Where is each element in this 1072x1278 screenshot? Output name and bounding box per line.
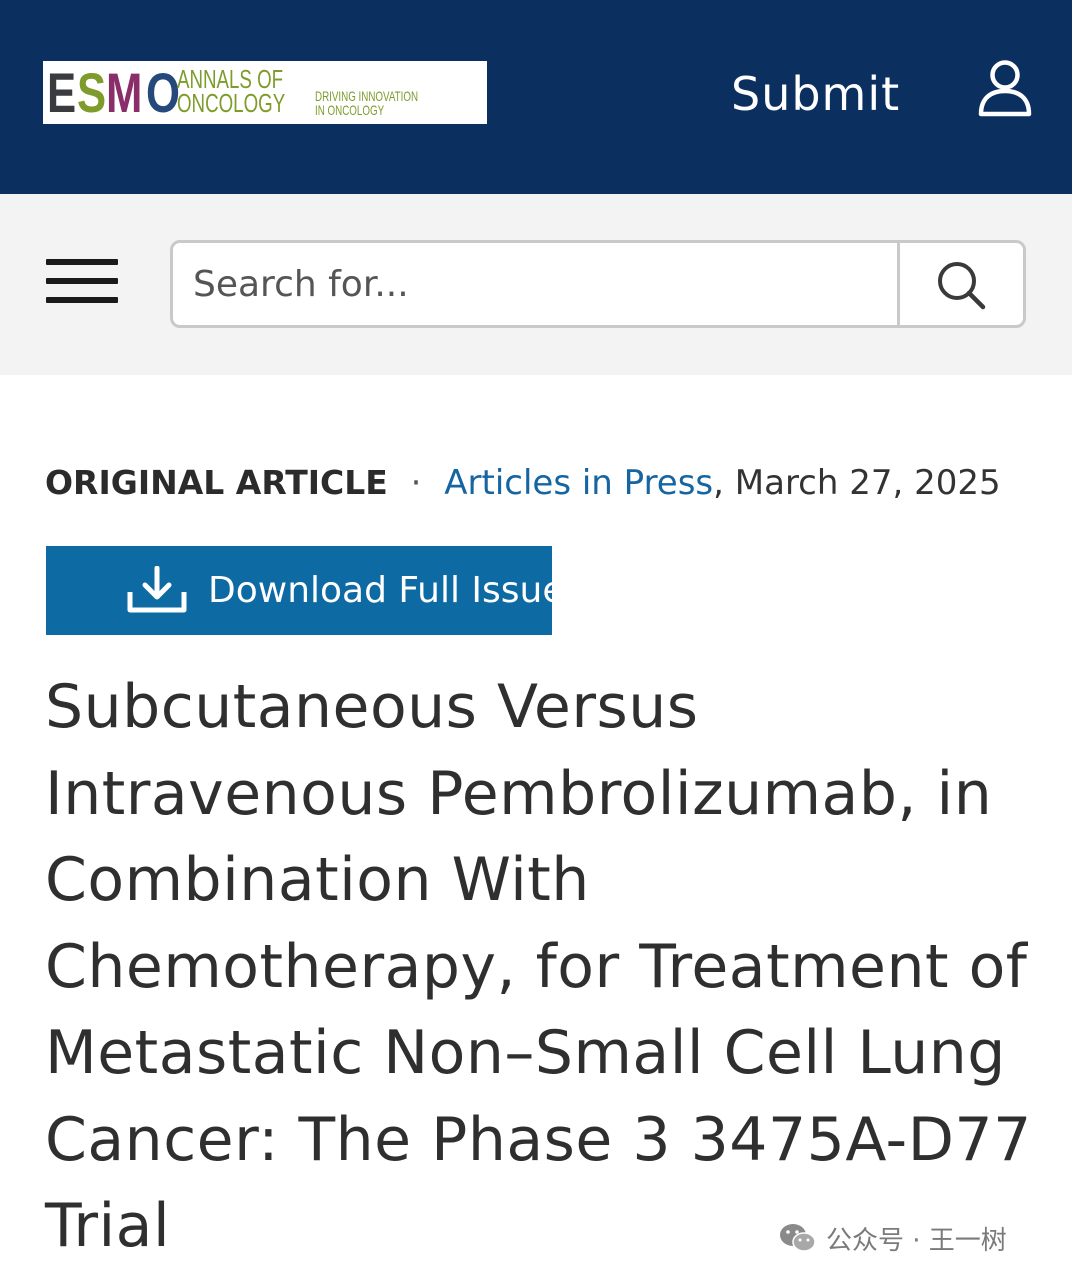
article-meta: ORIGINAL ARTICLE · Articles in Press, Ma… (45, 460, 1001, 506)
journal-name: ANNALS OF ONCOLOGY (177, 64, 286, 118)
article-type: ORIGINAL ARTICLE (45, 463, 388, 502)
title-line: Subcutaneous Versus (45, 672, 699, 742)
article-title: Subcutaneous Versus Intravenous Pembroli… (45, 664, 1045, 1270)
title-line: Cancer: The Phase 3 3475A-D77 (45, 1104, 1032, 1175)
meta-separator: · (410, 463, 422, 503)
download-label: Download Full Issue (208, 570, 565, 611)
esmo-wordmark: E S M O (47, 61, 180, 124)
wechat-icon (780, 1224, 816, 1252)
watermark: 公众号 · 王一树 (778, 1218, 1007, 1258)
submit-link[interactable]: Submit (731, 64, 900, 124)
title-line: Intravenous Pembrolizumab, in (45, 758, 993, 829)
search-bar (0, 194, 1072, 375)
watermark-text: 公众号 · 王一树 (826, 1225, 1007, 1256)
articles-in-press-link[interactable]: Articles in Press (444, 463, 713, 503)
title-line: Metastatic Non–Small Cell Lung (45, 1018, 1006, 1088)
esmo-annals-of-oncology-logo[interactable]: E S M O ANNALS OF ONCOLOGY DRIVING INNOVA… (43, 61, 487, 124)
publication-date: , March 27, 2025 (713, 463, 1001, 503)
title-line: Chemotherapy, for Treatment of (45, 931, 1028, 1002)
title-line: Combination With (45, 845, 590, 915)
site-header: E S M O ANNALS OF ONCOLOGY DRIVING INNOVA… (0, 0, 1072, 194)
download-icon (127, 566, 187, 613)
search-input[interactable] (173, 243, 900, 325)
journal-tagline: DRIVING INNOVATION IN ONCOLOGY (315, 88, 419, 118)
download-full-issue-button[interactable]: Download Full Issue (46, 546, 564, 635)
search-box (170, 240, 1026, 328)
user-icon[interactable] (976, 58, 1034, 118)
search-icon[interactable] (900, 243, 1023, 325)
hamburger-menu-icon[interactable] (46, 256, 118, 306)
